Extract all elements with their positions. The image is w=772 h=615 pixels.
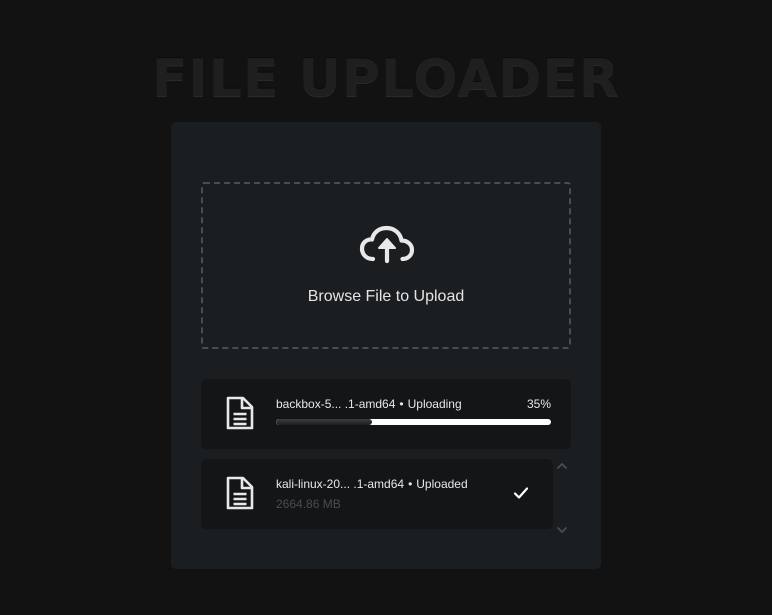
page-title: FILE UPLOADER	[151, 49, 621, 109]
file-status: Uploading	[407, 397, 462, 411]
document-icon	[226, 396, 254, 430]
document-icon	[226, 476, 254, 510]
file-meta: kali-linux-20... .1-amd64 • Uploaded	[276, 477, 468, 491]
cloud-upload-icon	[359, 225, 415, 264]
file-status: Uploaded	[416, 477, 468, 491]
file-size: 2664.86 MB	[276, 497, 341, 511]
uploader-card: Browse File to Upload backbox-5... .1-am…	[171, 122, 601, 569]
file-item-uploading: backbox-5... .1-amd64 • Uploading 35%	[201, 379, 571, 449]
page: FILE UPLOADER Browse File to Upload back…	[0, 0, 772, 615]
file-name: kali-linux-20... .1-amd64	[276, 477, 405, 491]
upload-percent: 35%	[526, 397, 551, 411]
check-icon	[513, 487, 529, 499]
file-name: backbox-5... .1-amd64	[276, 397, 396, 411]
meta-separator: •	[399, 397, 404, 411]
upload-progress-bar	[276, 419, 551, 425]
meta-separator: •	[408, 477, 413, 491]
upload-progress-fill	[276, 419, 373, 425]
scroll-up-chevron-icon[interactable]	[556, 461, 568, 471]
browse-dropzone[interactable]: Browse File to Upload	[201, 182, 571, 349]
file-meta: backbox-5... .1-amd64 • Uploading	[276, 397, 462, 411]
scroll-down-chevron-icon[interactable]	[556, 525, 568, 535]
file-item-uploaded: kali-linux-20... .1-amd64 • Uploaded 2664.…	[201, 459, 553, 529]
browse-label: Browse File to Upload	[307, 288, 465, 305]
